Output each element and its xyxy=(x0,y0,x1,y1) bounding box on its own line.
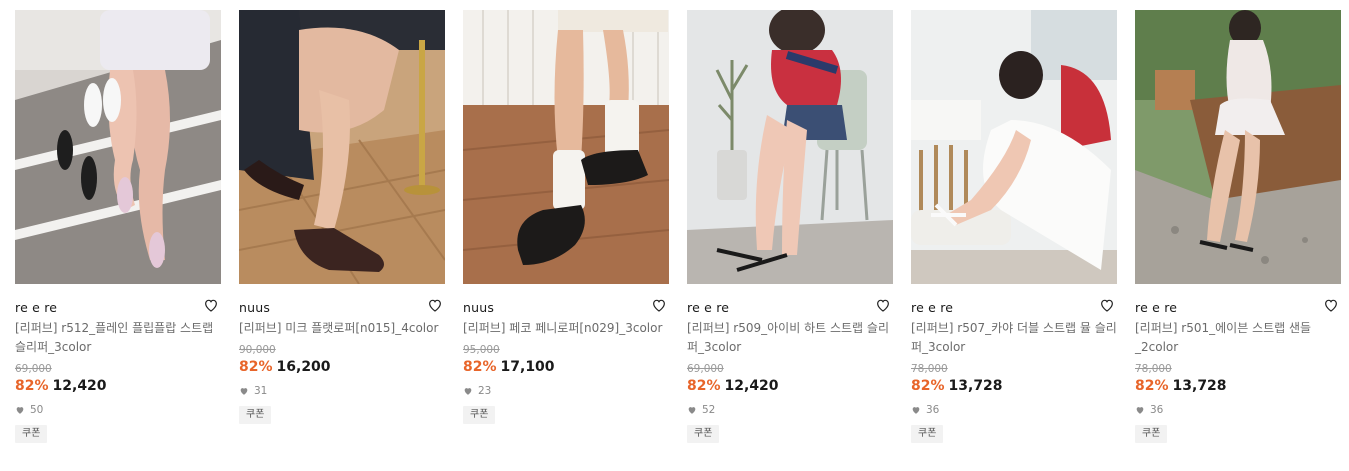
discount-rate: 82% xyxy=(911,378,945,394)
product-card[interactable]: re e re [리퍼브] r509_아이비 하트 스트랩 슬리퍼_3color… xyxy=(687,10,893,443)
product-image[interactable] xyxy=(687,10,893,284)
price-row: 82% 16,200 xyxy=(239,358,445,376)
like-count: 31 xyxy=(239,384,445,398)
wishlist-heart-icon[interactable] xyxy=(1323,297,1339,313)
sale-price: 12,420 xyxy=(724,378,779,394)
brand-name[interactable]: nuus xyxy=(239,300,270,315)
price-row: 82% 12,420 xyxy=(15,377,221,395)
like-count-value: 31 xyxy=(254,385,268,397)
sale-price: 12,420 xyxy=(52,378,107,394)
price-row: 82% 13,728 xyxy=(911,377,1117,395)
wishlist-heart-icon[interactable] xyxy=(651,297,667,313)
coupon-badge: 쿠폰 xyxy=(911,425,944,443)
like-count: 36 xyxy=(911,403,1117,417)
product-photo-penny-loafer xyxy=(463,10,669,284)
discount-rate: 82% xyxy=(1135,378,1169,394)
heart-filled-icon xyxy=(912,407,920,414)
coupon-badge: 쿠폰 xyxy=(687,425,720,443)
product-title[interactable]: [리퍼브] 페코 페니로퍼[n029]_3color xyxy=(463,319,669,338)
discount-rate: 82% xyxy=(687,378,721,394)
product-photo-flat-loafer xyxy=(239,10,445,284)
product-card[interactable]: nuus [리퍼브] 페코 페니로퍼[n029]_3color 95,000 8… xyxy=(463,10,669,424)
sale-price: 16,200 xyxy=(276,359,331,375)
original-price: 90,000 xyxy=(239,344,276,356)
sale-price: 13,728 xyxy=(1172,378,1227,394)
brand-name[interactable]: re e re xyxy=(687,300,729,315)
heart-filled-icon xyxy=(1136,407,1144,414)
discount-rate: 82% xyxy=(15,378,49,394)
original-price: 95,000 xyxy=(463,344,500,356)
product-photo-strap-sandal xyxy=(1135,10,1341,284)
heart-filled-icon xyxy=(464,388,472,395)
like-count-value: 23 xyxy=(478,385,492,397)
product-title[interactable]: [리퍼브] r507_카야 더블 스트랩 뮬 슬리퍼_3color xyxy=(911,319,1117,357)
product-title[interactable]: [리퍼브] r501_에이븐 스트랩 샌들 _2color xyxy=(1135,319,1341,357)
product-photo-heart-strap-slipper xyxy=(687,10,893,284)
product-card[interactable]: nuus [리퍼브] 미크 플랫로퍼[n015]_4color 90,000 8… xyxy=(239,10,445,424)
product-image[interactable] xyxy=(463,10,669,284)
discount-rate: 82% xyxy=(239,359,273,375)
brand-name[interactable]: re e re xyxy=(911,300,953,315)
heart-filled-icon xyxy=(240,388,248,395)
wishlist-heart-icon[interactable] xyxy=(875,297,891,313)
product-title[interactable]: [리퍼브] 미크 플랫로퍼[n015]_4color xyxy=(239,319,445,338)
like-count-value: 52 xyxy=(702,404,716,416)
like-count-value: 36 xyxy=(926,404,940,416)
like-count-value: 36 xyxy=(1150,404,1164,416)
product-image[interactable] xyxy=(1135,10,1341,284)
coupon-badge: 쿠폰 xyxy=(463,406,496,424)
brand-name[interactable]: re e re xyxy=(15,300,57,315)
product-card[interactable]: re e re [리퍼브] r507_카야 더블 스트랩 뮬 슬리퍼_3colo… xyxy=(911,10,1117,443)
wishlist-heart-icon[interactable] xyxy=(203,297,219,313)
sale-price: 17,100 xyxy=(500,359,555,375)
product-image[interactable] xyxy=(15,10,221,284)
like-count: 36 xyxy=(1135,403,1341,417)
wishlist-heart-icon[interactable] xyxy=(1099,297,1115,313)
discount-rate: 82% xyxy=(463,359,497,375)
price-row: 82% 17,100 xyxy=(463,358,669,376)
price-row: 82% 13,728 xyxy=(1135,377,1341,395)
price-row: 82% 12,420 xyxy=(687,377,893,395)
coupon-badge: 쿠폰 xyxy=(1135,425,1168,443)
original-price: 78,000 xyxy=(911,363,948,375)
heart-filled-icon xyxy=(688,407,696,414)
product-title[interactable]: [리퍼브] r509_아이비 하트 스트랩 슬리퍼_3color xyxy=(687,319,893,357)
product-image[interactable] xyxy=(911,10,1117,284)
brand-name[interactable]: re e re xyxy=(1135,300,1177,315)
product-image[interactable] xyxy=(239,10,445,284)
wishlist-heart-icon[interactable] xyxy=(427,297,443,313)
product-title[interactable]: [리퍼브] r512_플레인 플립플랍 스트랩 슬리퍼_3color xyxy=(15,319,221,357)
original-price: 78,000 xyxy=(1135,363,1172,375)
product-card[interactable]: re e re [리퍼브] r512_플레인 플립플랍 스트랩 슬리퍼_3col… xyxy=(15,10,221,443)
product-card[interactable]: re e re [리퍼브] r501_에이븐 스트랩 샌들 _2color 78… xyxy=(1135,10,1341,443)
original-price: 69,000 xyxy=(15,363,52,375)
sale-price: 13,728 xyxy=(948,378,1003,394)
original-price: 69,000 xyxy=(687,363,724,375)
heart-filled-icon xyxy=(16,407,24,414)
product-grid: re e re [리퍼브] r512_플레인 플립플랍 스트랩 슬리퍼_3col… xyxy=(0,0,1349,471)
coupon-badge: 쿠폰 xyxy=(15,425,48,443)
like-count-value: 50 xyxy=(30,404,44,416)
brand-name[interactable]: nuus xyxy=(463,300,494,315)
product-photo-double-strap-mule xyxy=(911,10,1117,284)
like-count: 52 xyxy=(687,403,893,417)
product-photo-stairs-slippers xyxy=(15,10,221,284)
coupon-badge: 쿠폰 xyxy=(239,406,272,424)
like-count: 23 xyxy=(463,384,669,398)
like-count: 50 xyxy=(15,403,221,417)
